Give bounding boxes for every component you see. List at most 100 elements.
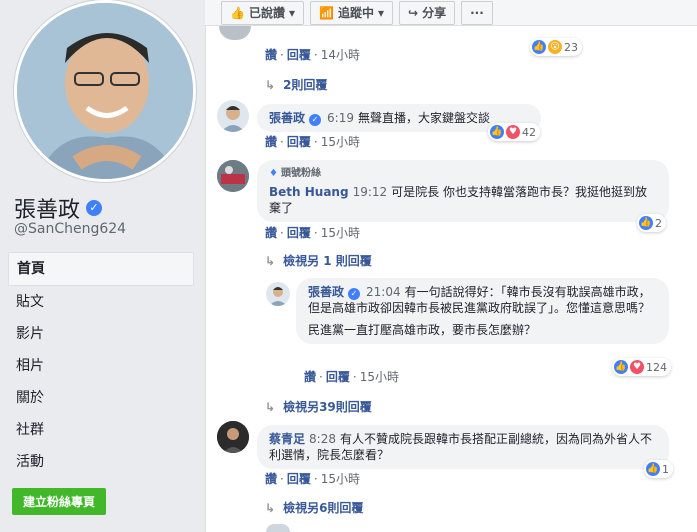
liked-label: 已說讚	[248, 6, 285, 20]
reaction-count[interactable]: 👍 2	[637, 214, 666, 232]
share-button[interactable]: ↪ 分享	[399, 0, 456, 25]
nav-item-community[interactable]: 社群	[8, 414, 194, 446]
like-reaction-icon: 👍	[639, 216, 653, 230]
commenter-avatar[interactable]	[217, 100, 249, 132]
comment-text: 無聲直播，大家鍵盤交談	[357, 111, 490, 125]
love-reaction-icon: ♥	[506, 125, 520, 139]
avatar-photo-icon	[217, 160, 249, 192]
wow-reaction-icon: 😮	[548, 40, 562, 54]
comment-author[interactable]: 張善政	[269, 111, 305, 125]
page-handle[interactable]: @SanCheng624	[14, 221, 126, 237]
view-replies-link[interactable]: ↳ 2則回覆	[265, 76, 327, 93]
comment-text: 有一句話說得好：「韓市長沒有耽誤高雄市政，但是高雄市政卻因韓市長被民進黨政府耽誤…	[308, 285, 651, 315]
comment-time[interactable]: 14小時	[321, 48, 360, 62]
reply-arrow-icon: ↳	[265, 254, 276, 268]
reply-arrow-icon: ↳	[265, 501, 276, 515]
page-title: 張善政 ✓	[14, 192, 103, 224]
reaction-count[interactable]: 👍 😮 23	[530, 38, 582, 56]
view-replies-link[interactable]: ↳ 檢視另39則回覆	[265, 398, 372, 415]
comment-author[interactable]: 蔡青足	[269, 432, 305, 446]
comment-time[interactable]: 15小時	[321, 226, 360, 240]
like-link[interactable]: 讚	[265, 135, 277, 149]
view-replies-link[interactable]: ↳ 檢視另6則回覆	[265, 499, 363, 516]
create-page-button[interactable]: 建立粉絲專頁	[12, 488, 107, 515]
thumbs-up-icon: 👍	[230, 5, 245, 20]
comment-timestamp: 21:04	[366, 285, 401, 299]
more-button[interactable]: ···	[461, 0, 493, 25]
profile-photo-icon	[17, 3, 193, 179]
reaction-count[interactable]: 👍 ♥ 124	[612, 358, 671, 376]
comment-timestamp: 8:28	[309, 432, 336, 446]
liked-button[interactable]: 👍 已說讚 ▾	[221, 0, 304, 25]
page-action-bar: 👍 已說讚 ▾ 📶 追蹤中 ▾ ↪ 分享 ···	[205, 0, 697, 26]
comment-text-2: 民進黨一直打壓高雄市政，要市長怎麼辦？	[308, 323, 537, 337]
nav-item-photos[interactable]: 相片	[8, 350, 194, 382]
like-reaction-icon: 👍	[490, 125, 504, 139]
comment-meta: 讚 · 回覆 · 15小時	[265, 226, 360, 240]
like-link[interactable]: 讚	[265, 472, 277, 486]
like-link[interactable]: 讚	[265, 226, 277, 240]
comment-author[interactable]: 張善政	[308, 285, 344, 299]
badge-label: 頭號粉絲	[280, 168, 321, 179]
page-name: 張善政	[14, 198, 81, 223]
comment-time[interactable]: 15小時	[321, 135, 360, 149]
nav-item-posts[interactable]: 貼文	[8, 286, 194, 318]
commenter-avatar[interactable]	[266, 524, 290, 532]
top-fan-badge: ♦ 頭號粉絲	[269, 166, 657, 182]
commenter-avatar[interactable]	[217, 160, 249, 192]
caret-down-icon: ▾	[288, 5, 295, 20]
comment-bubble: 張善政 ✓ 21:04 有一句話說得好：「韓市長沒有耽誤高雄市政，但是高雄市政卻因韓市…	[296, 278, 669, 344]
view-more-label: 檢視另 1 則回覆	[283, 254, 372, 268]
comment-time[interactable]: 15小時	[360, 370, 399, 384]
reply-link[interactable]: 回覆	[287, 226, 311, 240]
reply-arrow-icon: ↳	[265, 78, 276, 92]
commenter-avatar[interactable]	[217, 421, 249, 453]
page-sidebar: 張善政 ✓ @SanCheng624 首頁 貼文 影片 相片 關於 社群 活動 …	[0, 0, 205, 532]
diamond-icon: ♦	[269, 168, 278, 179]
replies-count: 2則回覆	[283, 78, 328, 92]
commenter-avatar[interactable]	[266, 282, 290, 306]
nav-item-events[interactable]: 活動	[8, 446, 194, 478]
view-more-label: 檢視另39則回覆	[283, 400, 372, 414]
comment-bubble: ♦ 頭號粉絲 Beth Huang 19:12 可是院長 你也支持韓當落跑市長？我挺他…	[257, 160, 669, 222]
like-link[interactable]: 讚	[265, 48, 277, 62]
page-nav: 首頁 貼文 影片 相片 關於 社群 活動	[8, 252, 194, 478]
like-reaction-icon: 👍	[614, 360, 628, 374]
nav-item-home[interactable]: 首頁	[8, 252, 194, 286]
reaction-number: 23	[564, 40, 578, 54]
reply-link[interactable]: 回覆	[287, 135, 311, 149]
following-button[interactable]: 📶 追蹤中 ▾	[310, 0, 393, 25]
share-label: 分享	[422, 6, 447, 20]
reaction-number: 1	[662, 462, 669, 476]
comment-meta: 讚 · 回覆 · 15小時	[265, 472, 360, 486]
reply-link[interactable]: 回覆	[287, 472, 311, 486]
reaction-count[interactable]: 👍 ♥ 42	[488, 123, 540, 141]
comment-bubble: 蔡青足 8:28 有人不贊成院長跟韓市長搭配正副總統，因為同為外省人不利選情，院長怎…	[257, 425, 669, 469]
reaction-number: 42	[522, 125, 536, 139]
avatar-photo-icon	[269, 287, 287, 306]
reaction-count[interactable]: 👍 1	[644, 460, 673, 478]
avatar-photo-icon	[217, 421, 249, 453]
comment-meta: 讚 · 回覆 · 15小時	[304, 370, 399, 384]
reply-link[interactable]: 回覆	[287, 48, 311, 62]
caret-down-icon: ▾	[377, 5, 384, 20]
nav-item-videos[interactable]: 影片	[8, 318, 194, 350]
love-reaction-icon: ♥	[630, 360, 644, 374]
verified-badge-icon: ✓	[86, 200, 103, 216]
reply-arrow-icon: ↳	[265, 400, 276, 414]
like-link[interactable]: 讚	[304, 370, 316, 384]
nav-item-about[interactable]: 關於	[8, 382, 194, 414]
profile-picture[interactable]	[14, 0, 196, 182]
like-reaction-icon: 👍	[532, 40, 546, 54]
reply-link[interactable]: 回覆	[326, 370, 350, 384]
reaction-number: 2	[655, 216, 662, 230]
verified-badge-icon: ✓	[348, 288, 361, 300]
comment-author[interactable]: Beth Huang	[269, 185, 349, 199]
comment-time[interactable]: 15小時	[321, 472, 360, 486]
comment-meta: 讚 · 回覆 · 15小時	[265, 135, 360, 149]
avatar-photo-icon	[221, 106, 245, 132]
comment-timestamp: 19:12	[352, 185, 388, 199]
view-replies-link[interactable]: ↳ 檢視另 1 則回覆	[265, 252, 372, 269]
comment-timestamp: 6:19	[327, 111, 354, 125]
view-more-label: 檢視另6則回覆	[283, 501, 364, 515]
